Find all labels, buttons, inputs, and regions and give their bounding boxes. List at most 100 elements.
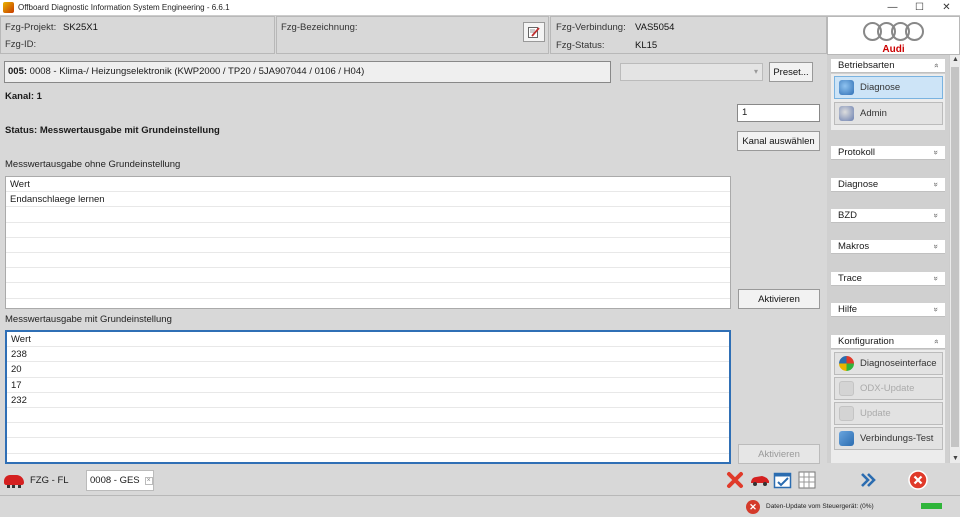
panel-konfiguration-label: Konfiguration: [838, 336, 894, 347]
section-ohne-label: Messwertausgabe ohne Grundeinstellung: [5, 159, 181, 170]
bezeichnung-label: Fzg-Bezeichnung:: [281, 22, 358, 33]
sidebar-item-label: Diagnose: [860, 82, 901, 93]
forward-button[interactable]: [855, 467, 881, 493]
sidebar-item-admin[interactable]: Admin: [834, 102, 943, 125]
panel-trace[interactable]: Trace »: [831, 272, 945, 286]
section-mit-label: Messwertausgabe mit Grundeinstellung: [5, 314, 172, 325]
scroll-down-icon[interactable]: ▼: [952, 455, 959, 462]
chevron-up-icon: »: [931, 63, 941, 68]
vehicle-red-icon[interactable]: [750, 470, 770, 490]
status-text: Status: Messwertausgabe mit Grundeinstel…: [5, 125, 220, 136]
verbindung-value: VAS5054: [635, 22, 675, 33]
title-bar: Offboard Diagnostic Information System E…: [0, 0, 960, 16]
preset-button[interactable]: Preset...: [769, 62, 813, 82]
control-unit-description: 0008 - Klima-/ Heizungselektronik (KWP20…: [29, 66, 365, 77]
document-icon: [839, 381, 854, 396]
aktivieren-button-ohne[interactable]: Aktivieren: [738, 289, 820, 309]
network-test-icon: [839, 431, 854, 446]
vehicle-project-panel: Fzg-Projekt: SK25X1 Fzg-ID:: [0, 16, 275, 54]
panel-hilfe-label: Hilfe: [838, 304, 858, 315]
panel-konfiguration[interactable]: Konfiguration »: [831, 335, 945, 349]
kanal-auswaehlen-button[interactable]: Kanal auswählen: [737, 131, 820, 151]
panel-betriebsarten-label: Betriebsarten: [838, 60, 895, 71]
maximize-button[interactable]: ☐: [906, 0, 933, 16]
panel-hilfe[interactable]: Hilfe »: [831, 303, 945, 317]
table-row[interactable]: 232: [7, 393, 729, 408]
table-row[interactable]: Endanschlaege lernen: [6, 192, 730, 208]
fzg-status-label: Fzg-Status:: [556, 40, 605, 51]
table-row[interactable]: [7, 438, 729, 454]
panel-trace-label: Trace: [838, 273, 862, 284]
table-row[interactable]: Wert: [6, 177, 730, 193]
table-row[interactable]: 238: [7, 347, 729, 363]
panel-konfiguration-body: Diagnoseinterface ODX-Update Update Verb…: [831, 350, 945, 463]
sidebar-item-label: Diagnoseinterface: [860, 358, 937, 369]
table-row[interactable]: [7, 423, 729, 439]
table-row[interactable]: [6, 253, 730, 269]
checklist-icon[interactable]: [773, 470, 793, 490]
exit-button[interactable]: [905, 467, 931, 493]
panel-betriebsarten-body: Diagnose Admin: [831, 74, 945, 130]
panel-bzd-label: BZD: [838, 210, 857, 221]
app-icon: [3, 2, 14, 13]
edit-note-icon: [528, 27, 540, 38]
panel-diagnose[interactable]: Diagnose »: [831, 178, 945, 192]
sidebar-item-label: Verbindungs-Test: [860, 433, 934, 444]
table-row[interactable]: [6, 207, 730, 223]
delete-red-x-icon[interactable]: [725, 470, 745, 490]
table-row[interactable]: [6, 283, 730, 299]
scroll-up-icon[interactable]: ▲: [952, 56, 959, 63]
table-grid-icon[interactable]: [797, 470, 817, 490]
minimize-button[interactable]: —: [879, 0, 906, 16]
edit-designation-button[interactable]: [523, 22, 545, 42]
preset-select[interactable]: ▾: [620, 63, 763, 81]
panel-protokoll-label: Protokoll: [838, 147, 875, 158]
sidebar-item-diagnoseinterface[interactable]: Diagnoseinterface: [834, 352, 943, 375]
sidebar-item-verbindungs-test[interactable]: Verbindungs-Test: [834, 427, 943, 450]
tab-ges-label: 0008 - GES: [90, 475, 140, 486]
chevron-down-icon: »: [931, 244, 941, 249]
vehicle-connection-panel: Fzg-Verbindung: VAS5054 Fzg-Status: KL15: [550, 16, 827, 54]
interface-icon: [839, 356, 854, 371]
status-bar: ✕ Daten-Update vom Steuergerät: (0%): [0, 495, 960, 517]
sidebar-item-odx-update[interactable]: ODX-Update: [834, 377, 943, 400]
sidebar-scrollbar[interactable]: ▲ ▼: [949, 55, 960, 463]
panel-diagnose-label: Diagnose: [838, 179, 879, 190]
close-window-button[interactable]: ✕: [933, 0, 960, 16]
tab-fzg[interactable]: FZG - FL: [4, 471, 69, 489]
panel-protokoll[interactable]: Protokoll »: [831, 146, 945, 160]
tab-ges[interactable]: 0008 - GES ×: [86, 470, 154, 491]
sidebar-item-label: Update: [860, 408, 891, 419]
tab-close-icon[interactable]: ×: [144, 476, 153, 485]
chevron-down-icon: »: [931, 150, 941, 155]
table-row[interactable]: 20: [7, 362, 729, 378]
panel-betriebsarten[interactable]: Betriebsarten »: [831, 59, 945, 73]
tab-fzg-label: FZG - FL: [30, 474, 69, 486]
fzg-status-value: KL15: [635, 40, 658, 51]
kanal-input[interactable]: 1: [737, 104, 820, 122]
control-unit-address: 005:: [8, 66, 28, 77]
table-row[interactable]: [6, 238, 730, 253]
table-row[interactable]: [6, 268, 730, 284]
table-row[interactable]: 17: [7, 378, 729, 393]
window-title: Offboard Diagnostic Information System E…: [18, 3, 230, 12]
close-circle-icon: [908, 470, 928, 490]
panel-makros-label: Makros: [838, 241, 870, 252]
table-row[interactable]: Wert: [7, 332, 729, 348]
sidebar-item-update[interactable]: Update: [834, 402, 943, 425]
table-row[interactable]: [7, 408, 729, 424]
error-icon: ✕: [746, 500, 760, 514]
scroll-thumb[interactable]: [951, 67, 959, 447]
aktivieren-button-mit[interactable]: Aktivieren: [738, 444, 820, 464]
chevron-down-icon: »: [931, 276, 941, 281]
progress-indicator: [921, 503, 942, 509]
measurement-table-ohne[interactable]: Wert Endanschlaege lernen: [5, 176, 731, 309]
gear-icon: [839, 106, 854, 121]
measurement-table-mit[interactable]: Wert 238 20 17 232: [5, 330, 731, 464]
panel-makros[interactable]: Makros »: [831, 240, 945, 254]
sidebar-item-diagnose-mode[interactable]: Diagnose: [834, 76, 943, 99]
sidebar-item-label: ODX-Update: [860, 383, 915, 394]
vehicle-designation-panel: Fzg-Bezeichnung:: [276, 16, 549, 54]
panel-bzd[interactable]: BZD »: [831, 209, 945, 223]
table-row[interactable]: [6, 223, 730, 238]
